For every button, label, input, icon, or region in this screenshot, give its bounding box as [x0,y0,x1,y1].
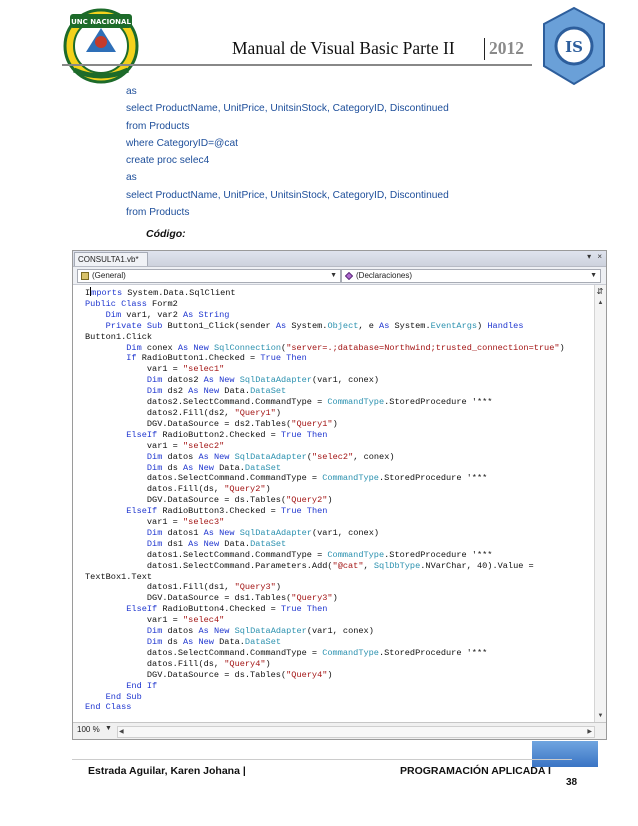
code-line: DGV.DataSource = ds.Tables("Query2") [85,495,333,506]
code-line: TextBox1.Text [85,571,153,582]
sql-line: from Products [126,120,190,132]
code-line: datos2.SelectCommand.CommandType = Comma… [85,397,493,408]
sql-procedure-text: as select ProductName, UnitPrice, Unitsin… [126,83,449,221]
code-line: var1 = "selec1" [85,364,225,375]
footer-course: PROGRAMACIÓN APLICADA I [400,765,551,777]
class-name-dropdown[interactable]: (General) ▼ [77,269,341,283]
code-line: DGV.DataSource = ds1.Tables("Query3") [85,593,338,604]
code-line: Button1.Click [85,331,153,342]
logo-text: UNC NACIONAL [71,18,131,26]
code-line: DGV.DataSource = ds.Tables("Query4") [85,669,333,680]
sql-line: as [126,172,137,184]
code-line: Dim ds2 As New Data.DataSet [146,386,287,397]
code-line: End Sub [105,691,142,702]
chevron-down-icon: ▼ [590,272,597,279]
code-line: ElseIf RadioButton3.Checked = True Then [126,506,328,517]
code-line: End If [126,680,158,691]
code-line: Dim conex As New SqlConnection("server=.… [126,342,565,353]
code-line: Dim datos2 As New SqlDataAdapter(var1, c… [146,375,380,386]
code-line: Dim ds As New Data.DataSet [146,462,282,473]
scroll-up-icon[interactable]: ▲ [596,299,605,308]
code-editor-window: CONSULTA1.vb* ▾ × (General) ▼ (Declaraci… [72,250,607,740]
tab-consulta1[interactable]: CONSULTA1.vb* [74,252,148,266]
code-line: Dim ds1 As New Data.DataSet [146,538,287,549]
code-line: Dim datos As New SqlDataAdapter("selec2"… [146,451,395,462]
sql-line: where CategoryID=@cat [126,137,238,149]
method-name-value: (Declaraciones) [356,271,413,280]
sql-line: select ProductName, UnitPrice, UnitsinSt… [126,189,449,201]
vertical-scrollbar[interactable]: ⇵ ▲ ▼ [594,285,606,722]
faculty-logo: IS [540,6,608,86]
code-line: datos1.SelectCommand.Parameters.Add("@ca… [85,560,534,571]
editor-tab-bar: CONSULTA1.vb* ▾ × [73,251,606,267]
code-line: var1 = "selec4" [85,615,225,626]
class-icon [81,272,89,280]
code-line: datos.SelectCommand.CommandType = Comman… [85,473,488,484]
code-line: datos.Fill(ds, "Query4") [85,658,271,669]
header-separator [484,38,485,60]
code-line: datos1.SelectCommand.CommandType = Comma… [85,549,493,560]
header-rule [62,64,532,66]
tab-controls[interactable]: ▾ × [587,252,604,261]
code-line: End Class [85,702,132,713]
chevron-down-icon[interactable]: ▼ [105,725,112,732]
footer-rule [72,759,572,760]
split-editor-icon[interactable]: ⇵ [596,286,604,298]
code-line: DGV.DataSource = ds2.Tables("Query1") [85,418,338,429]
zoom-level[interactable]: 100 % [77,725,100,734]
document-year: 2012 [489,38,524,58]
sql-line: from Products [126,207,190,219]
code-line: Private Sub Button1_Click(sender As Syst… [105,320,524,331]
document-title: Manual de Visual Basic Parte II [232,38,455,58]
code-line: var1 = "selec2" [85,440,225,451]
method-icon [344,271,354,281]
code-line: ElseIf RadioButton2.Checked = True Then [126,429,328,440]
sql-line: select ProductName, UnitPrice, UnitsinSt… [126,103,449,115]
class-name-value: (General) [92,271,126,280]
editor-status-bar: 100 % ▼ ◀ ▶ [73,722,606,739]
sql-line: as [126,86,137,97]
scroll-down-icon[interactable]: ▼ [596,712,605,721]
code-line: var1 = "selec3" [85,517,225,528]
chevron-down-icon: ▼ [330,272,337,279]
code-line: Dim datos1 As New SqlDataAdapter(var1, c… [146,527,380,538]
editor-navigation-bar: (General) ▼ (Declaraciones) ▼ [73,267,606,285]
code-label: Código: [146,228,186,240]
code-line: ElseIf RadioButton4.Checked = True Then [126,604,328,615]
code-text-area[interactable]: Imports System.Data.SqlClient Public Cla… [73,285,594,722]
method-name-dropdown[interactable]: (Declaraciones) ▼ [341,269,601,283]
logo-text: IS [565,38,583,56]
sql-line: create proc selec4 [126,155,210,167]
footer-decoration [532,741,598,767]
scroll-right-icon[interactable]: ▶ [587,727,592,737]
horizontal-scrollbar[interactable]: ◀ ▶ [117,726,595,738]
source-code: Imports System.Data.SqlClient Public Cla… [85,287,565,713]
university-logo: UNC NACIONAL [62,6,140,84]
code-line: Dim datos As New SqlDataAdapter(var1, co… [146,626,374,637]
code-line: Imports System.Data.SqlClient [85,287,236,298]
code-line: Public Class Form2 [85,298,178,309]
code-line: datos2.Fill(ds2, "Query1") [85,407,281,418]
code-line: Dim ds As New Data.DataSet [146,637,282,647]
footer-author: Estrada Aguilar, Karen Johana | [88,765,246,777]
code-line: datos.Fill(ds, "Query2") [85,484,271,495]
page-number: 38 [566,777,578,788]
code-line: If RadioButton1.Checked = True Then [126,353,307,364]
code-line: Dim var1, var2 As String [105,309,230,320]
code-line: datos.SelectCommand.CommandType = Comman… [85,647,488,658]
scroll-left-icon[interactable]: ◀ [119,727,124,737]
code-line: datos1.Fill(ds1, "Query3") [85,582,281,593]
